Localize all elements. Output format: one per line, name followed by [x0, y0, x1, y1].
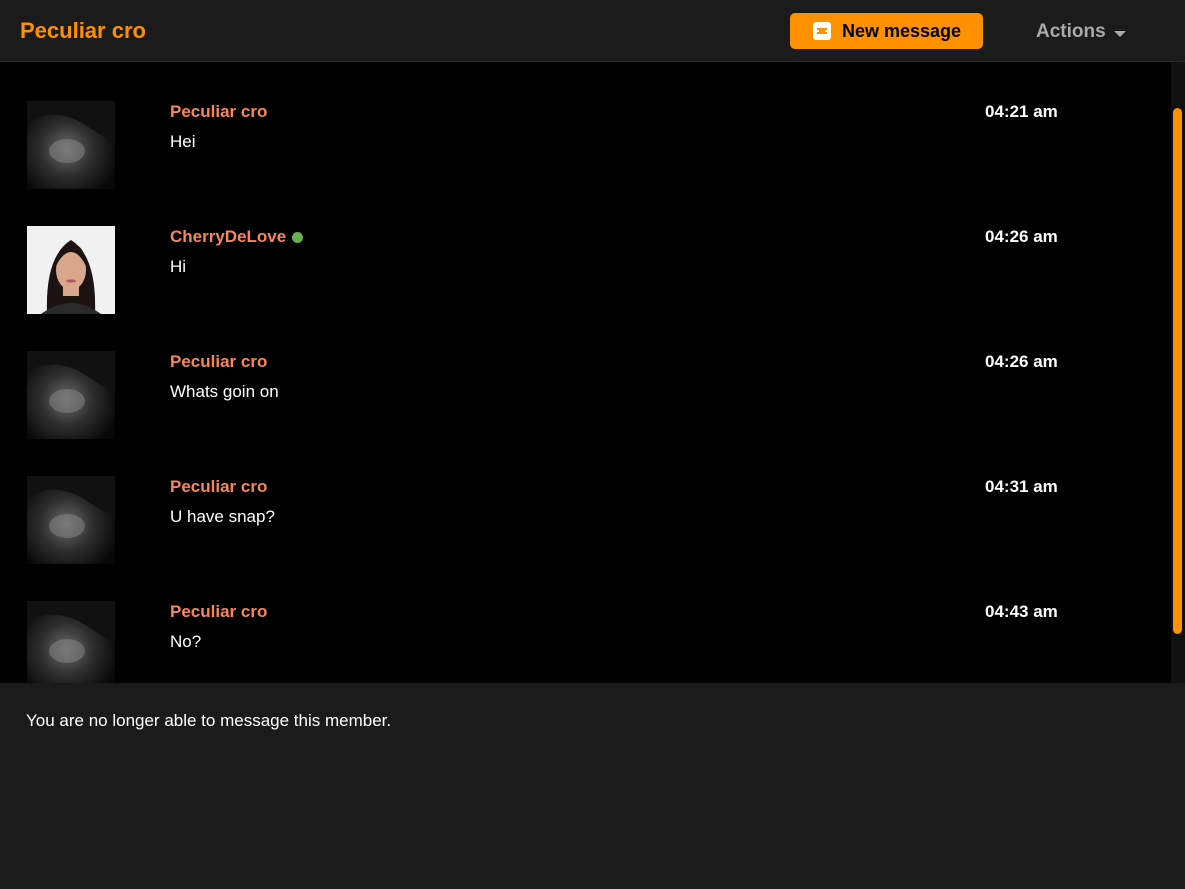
- message-item: Peculiar cro U have snap? 04:31 am: [0, 476, 1170, 601]
- message-item: Peculiar cro Hei 04:21 am: [0, 101, 1170, 226]
- avatar[interactable]: [27, 101, 115, 189]
- message-list[interactable]: Peculiar cro Hei 04:21 am CherryDeLove H…: [0, 62, 1185, 683]
- blocked-notice: You are no longer able to message this m…: [26, 711, 392, 730]
- message-text: No?: [170, 632, 202, 651]
- caret-down-icon: [1113, 30, 1126, 37]
- compose-icon: [812, 21, 832, 41]
- message-text: Hi: [170, 257, 187, 276]
- actions-dropdown[interactable]: Actions: [1036, 21, 1126, 43]
- sender-name[interactable]: Peculiar cro: [170, 102, 267, 122]
- avatar[interactable]: [27, 601, 115, 683]
- actions-label: Actions: [1036, 21, 1106, 42]
- sender-name[interactable]: CherryDeLove: [170, 227, 304, 247]
- avatar[interactable]: [27, 226, 115, 314]
- sender-name[interactable]: Peculiar cro: [170, 602, 267, 622]
- message-time: 04:26 am: [985, 352, 1058, 371]
- message-time: 04:31 am: [985, 477, 1058, 496]
- message-time: 04:26 am: [985, 227, 1058, 246]
- sender-name[interactable]: Peculiar cro: [170, 352, 267, 372]
- avatar[interactable]: [27, 351, 115, 439]
- new-message-button[interactable]: New message: [790, 13, 983, 49]
- message-item: Peculiar cro No? 04:43 am: [0, 601, 1170, 683]
- message-scrollbar[interactable]: [1171, 62, 1185, 683]
- new-message-label: New message: [841, 20, 962, 41]
- message-text: Whats goin on: [170, 382, 279, 401]
- chat-header: Peculiar cro New message Actions: [0, 0, 1185, 62]
- online-status-icon: [292, 231, 304, 243]
- message-text: Hei: [170, 132, 196, 151]
- conversation-title: Peculiar cro: [20, 18, 146, 43]
- message-item: Peculiar cro Whats goin on 04:26 am: [0, 351, 1170, 476]
- scrollbar-thumb[interactable]: [1173, 108, 1182, 634]
- avatar[interactable]: [27, 476, 115, 564]
- message-time: 04:21 am: [985, 102, 1058, 121]
- message-item: CherryDeLove Hi 04:26 am: [0, 226, 1170, 351]
- sender-name[interactable]: Peculiar cro: [170, 477, 267, 497]
- message-time: 04:43 am: [985, 602, 1058, 621]
- message-text: U have snap?: [170, 507, 275, 526]
- composer-area: You are no longer able to message this m…: [0, 683, 1185, 889]
